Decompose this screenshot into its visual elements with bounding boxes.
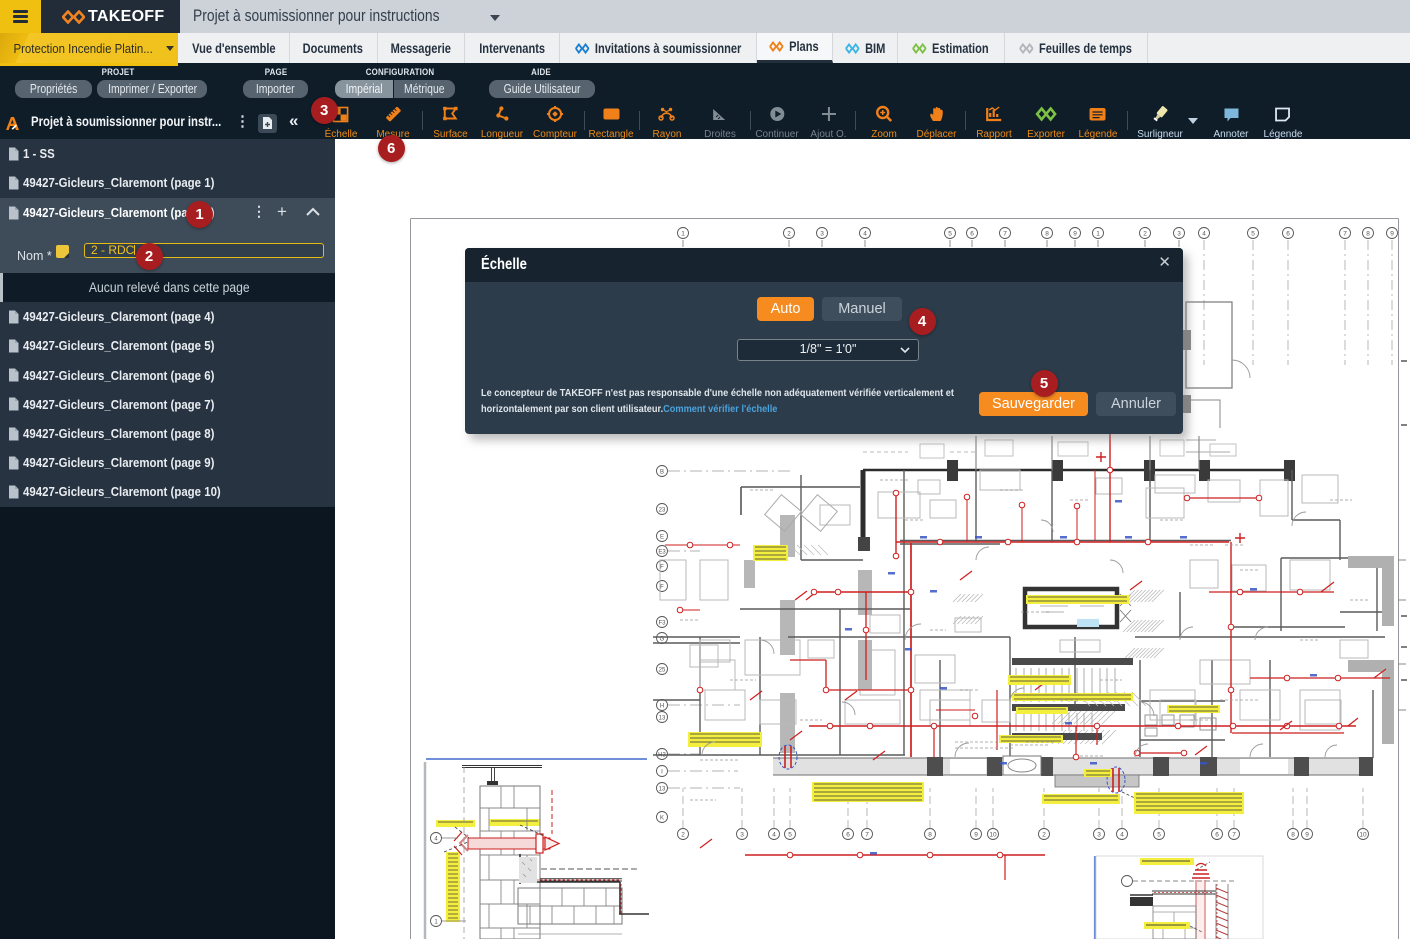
svg-text:4: 4 (863, 231, 867, 238)
svg-text:1: 1 (681, 231, 685, 238)
svg-text:4: 4 (1202, 231, 1206, 238)
svg-text:F: F (660, 565, 664, 571)
svg-text:8: 8 (1366, 231, 1370, 238)
svg-text:8: 8 (928, 832, 932, 839)
svg-text:5: 5 (1157, 832, 1161, 839)
svg-text:9: 9 (1073, 231, 1077, 238)
svg-text:4: 4 (434, 837, 438, 843)
svg-text:3: 3 (1097, 832, 1101, 839)
svg-text:7: 7 (1343, 231, 1347, 238)
svg-text:6: 6 (970, 231, 974, 238)
svg-text:9: 9 (974, 832, 978, 839)
svg-text:E: E (660, 535, 664, 541)
svg-text:8: 8 (1291, 832, 1295, 839)
svg-text:25: 25 (659, 668, 666, 674)
svg-text:6: 6 (1215, 832, 1219, 839)
svg-text:3: 3 (740, 832, 744, 839)
svg-text:2: 2 (787, 231, 791, 238)
svg-text:10: 10 (989, 832, 997, 839)
svg-text:E3: E3 (658, 550, 666, 556)
svg-text:9: 9 (1390, 231, 1394, 238)
svg-text:B: B (660, 470, 664, 476)
svg-text:K: K (660, 816, 664, 822)
svg-text:H: H (660, 704, 664, 710)
svg-text:3: 3 (820, 231, 824, 238)
svg-text:6: 6 (846, 832, 850, 839)
svg-text:5: 5 (788, 832, 792, 839)
svg-text:3: 3 (1177, 231, 1181, 238)
svg-text:5: 5 (1251, 231, 1255, 238)
svg-text:23: 23 (659, 508, 666, 514)
svg-text:I: I (661, 770, 663, 776)
svg-text:1: 1 (434, 920, 438, 926)
svg-text:2: 2 (681, 832, 685, 839)
svg-text:2: 2 (1042, 832, 1046, 839)
svg-text:F: F (660, 585, 664, 591)
svg-text:2: 2 (1143, 231, 1147, 238)
svg-text:7: 7 (1232, 832, 1236, 839)
svg-text:13: 13 (659, 716, 666, 722)
svg-text:4: 4 (772, 832, 776, 839)
svg-text:7: 7 (865, 832, 869, 839)
svg-text:8: 8 (1045, 231, 1049, 238)
svg-text:6: 6 (1286, 231, 1290, 238)
svg-text:F3: F3 (658, 621, 666, 627)
svg-text:9: 9 (1305, 832, 1309, 839)
svg-text:13: 13 (659, 787, 666, 793)
svg-text:4: 4 (1120, 832, 1124, 839)
svg-text:1: 1 (1096, 231, 1100, 238)
svg-text:5: 5 (948, 231, 952, 238)
svg-text:7: 7 (1003, 231, 1007, 238)
svg-text:10: 10 (1359, 832, 1367, 839)
